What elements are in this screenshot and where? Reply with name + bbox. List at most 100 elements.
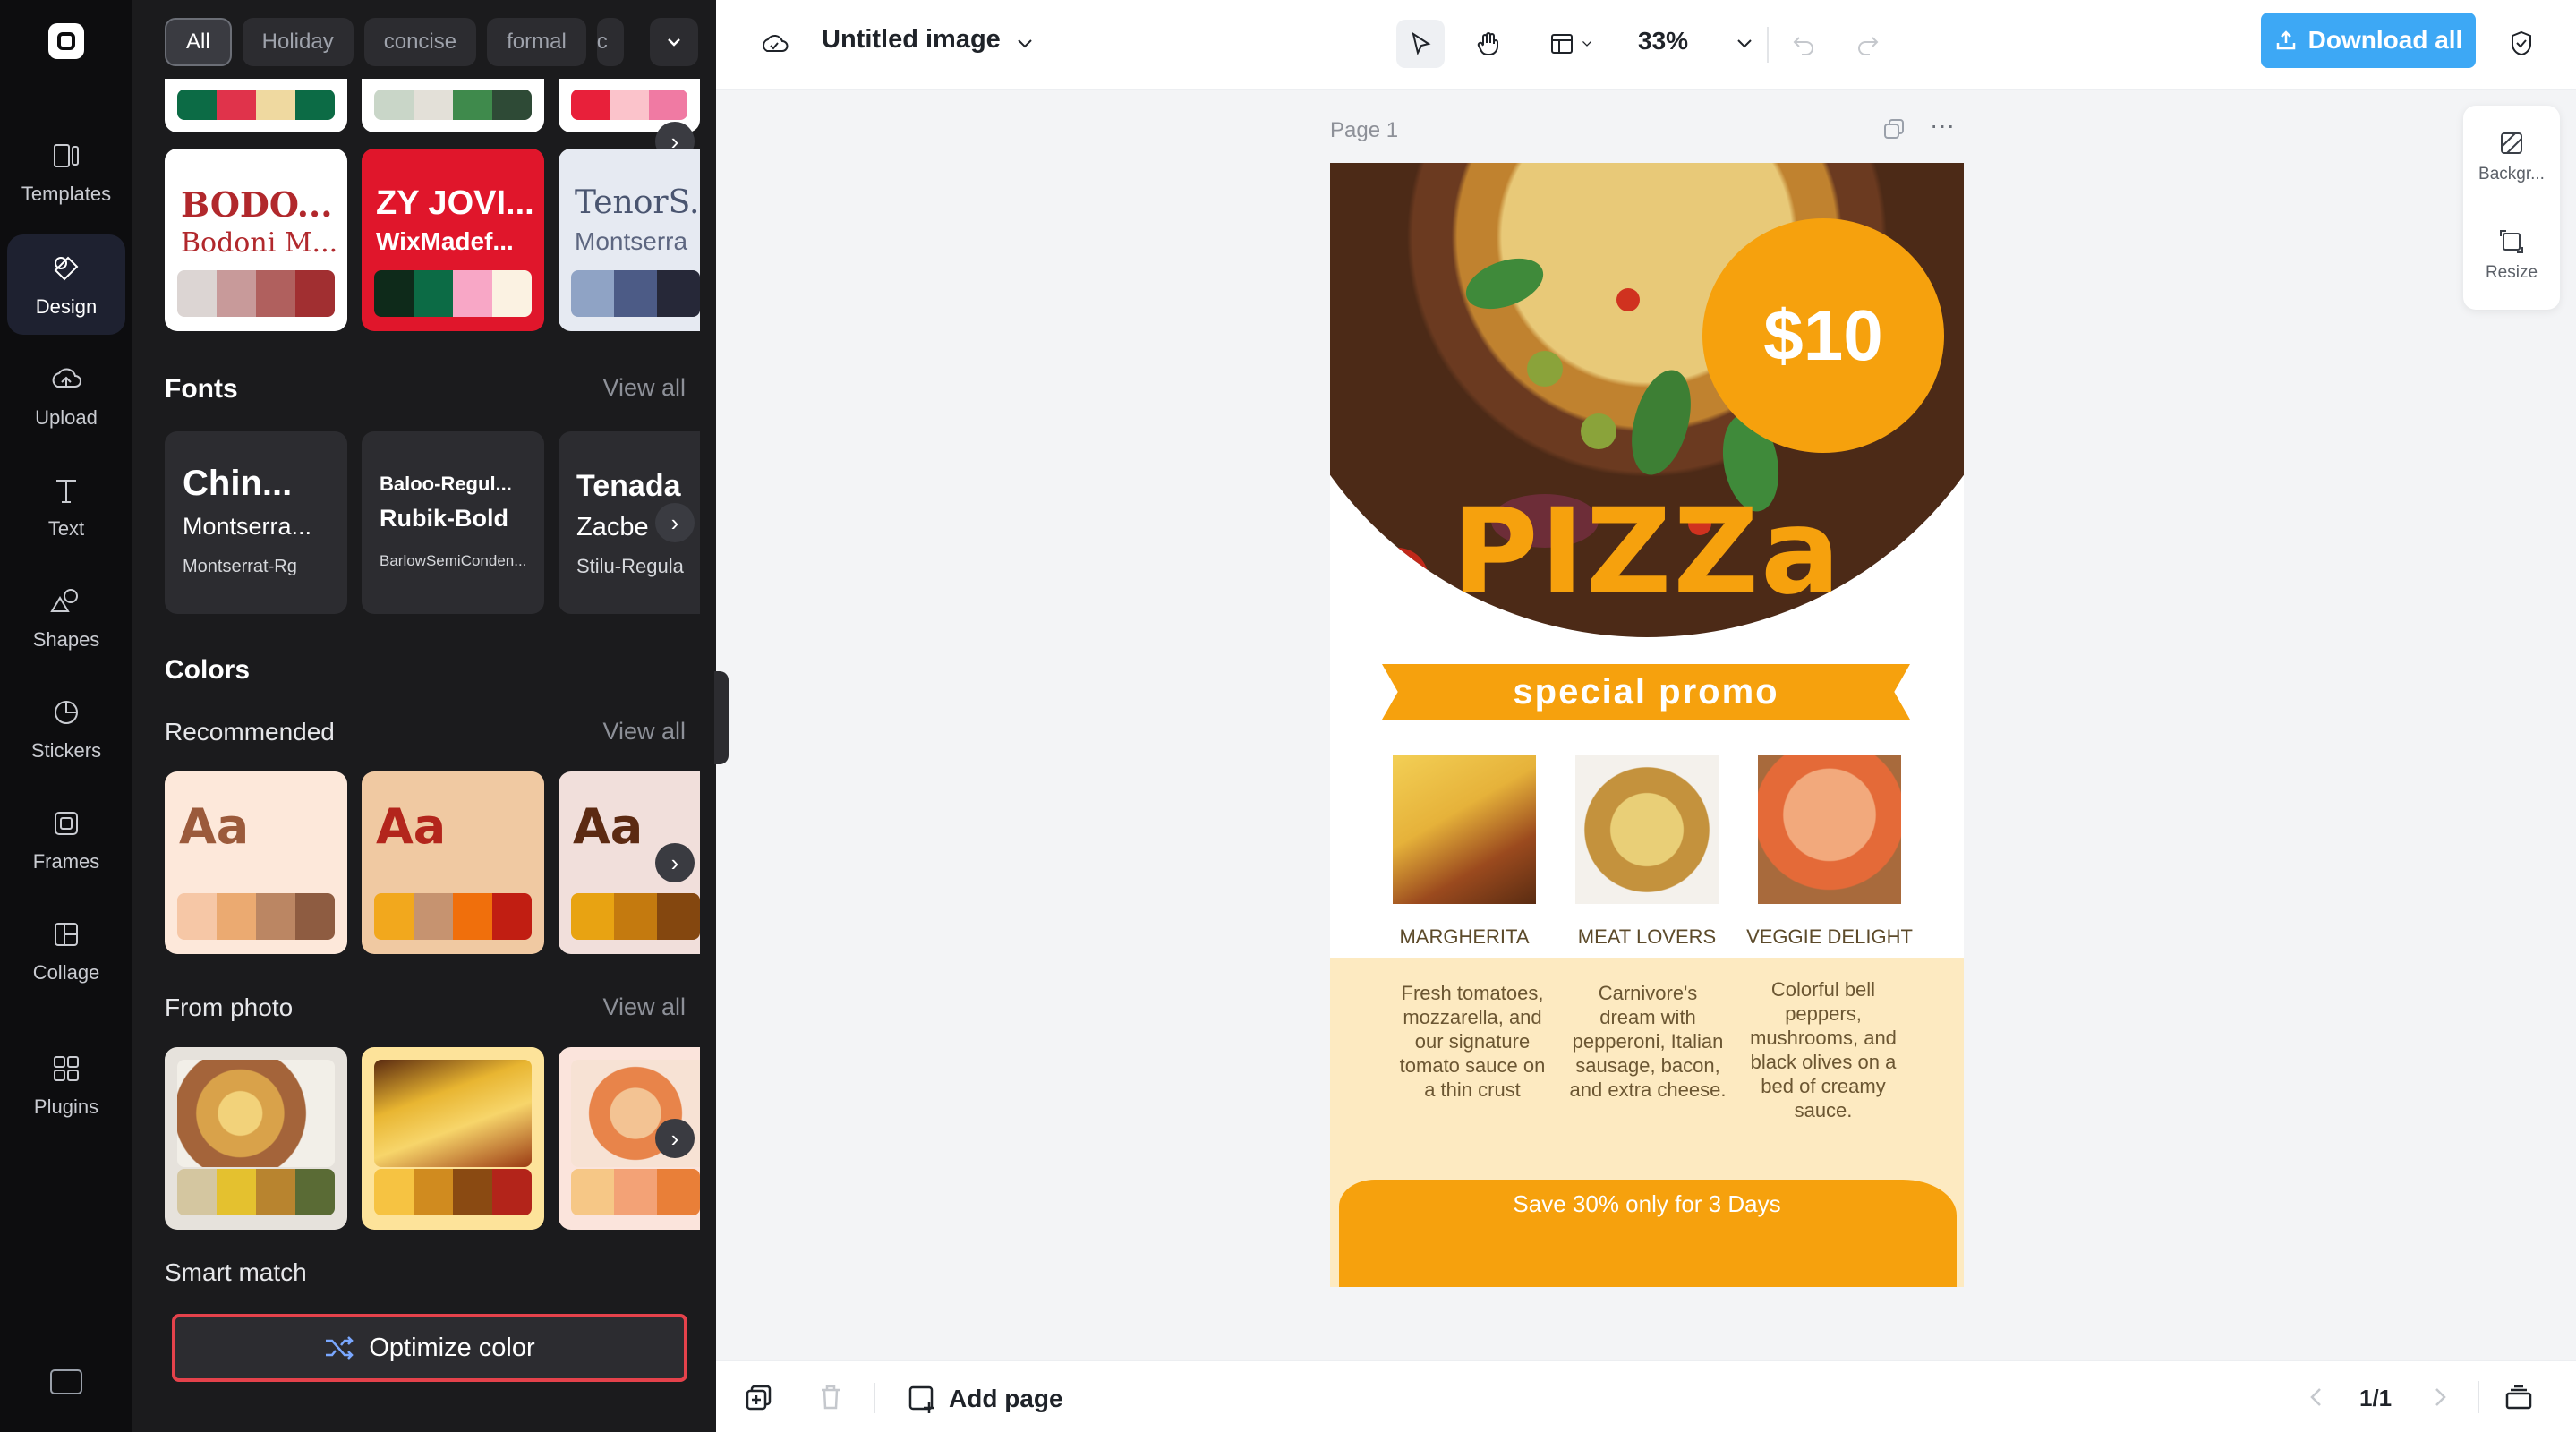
- rail-item-plugins[interactable]: Plugins: [7, 1035, 125, 1135]
- rail-item-collage[interactable]: Collage: [7, 900, 125, 1001]
- undo-icon: [1793, 37, 1813, 55]
- style-card-title: ZY JOVI...: [376, 184, 534, 222]
- photo-palette-card[interactable]: [165, 1047, 347, 1230]
- chip-concise[interactable]: concise: [363, 18, 477, 66]
- add-copy-icon: [746, 1385, 772, 1411]
- rail-label: Shapes: [32, 628, 100, 651]
- divider: [1767, 27, 1769, 63]
- download-all-button[interactable]: Download all: [2261, 13, 2476, 68]
- font-card-primary: Tenada: [576, 469, 681, 503]
- upload-icon: [52, 368, 81, 388]
- templates-icon: [54, 144, 79, 167]
- collapse-panel-handle[interactable]: [714, 671, 729, 764]
- palette-sample-text: Aa: [179, 798, 250, 855]
- rail-label: Upload: [35, 406, 98, 429]
- font-card[interactable]: Chin... Montserra... Montserrat-Rg: [165, 431, 347, 614]
- delete-page-button[interactable]: [815, 1381, 847, 1413]
- divider: [874, 1383, 875, 1413]
- select-tool-button[interactable]: [1396, 20, 1445, 68]
- shuffle-icon: [326, 1336, 354, 1360]
- chip-all[interactable]: All: [165, 18, 232, 66]
- fonts-heading: Fonts: [165, 374, 238, 404]
- chevron-left-icon: [2310, 1388, 2321, 1406]
- color-palette-card[interactable]: Aa: [362, 771, 544, 954]
- rail-label: Plugins: [33, 1095, 99, 1118]
- promo-banner: special promo: [1382, 664, 1910, 720]
- color-palette-card[interactable]: Aa: [165, 771, 347, 954]
- security-button[interactable]: [2497, 20, 2546, 68]
- plugins-icon: [54, 1056, 79, 1081]
- cloud-sync-icon[interactable]: [750, 20, 798, 68]
- chip-holiday[interactable]: Holiday: [242, 18, 354, 66]
- title-dropdown-button[interactable]: [1001, 20, 1049, 68]
- page-more-icon[interactable]: ···: [1930, 113, 1960, 141]
- style-card[interactable]: ZY JOVI... WixMadef...: [362, 149, 544, 331]
- from-photo-view-all-link[interactable]: View all: [602, 993, 686, 1021]
- menu-item-description: Fresh tomatoes, mozzarella, and our sign…: [1399, 982, 1546, 1101]
- style-card[interactable]: BODO... Bodoni M...: [165, 149, 347, 331]
- chip-formal[interactable]: formal: [487, 18, 586, 66]
- design-panel: All Holiday concise formal c › BODO... B…: [132, 0, 716, 1432]
- document-title[interactable]: Untitled image: [822, 25, 1001, 55]
- fonts-view-all-link[interactable]: View all: [602, 374, 686, 402]
- font-card-secondary: Montserra...: [183, 513, 312, 540]
- chips-expand-button[interactable]: [650, 18, 698, 66]
- zoom-dropdown-button[interactable]: [1720, 20, 1769, 68]
- scroll-right-button[interactable]: ›: [655, 843, 695, 882]
- font-card-tertiary: BarlowSemiConden...: [380, 552, 527, 569]
- stickers-icon: [55, 700, 79, 724]
- prev-page-button[interactable]: [2300, 1381, 2333, 1413]
- rail-label: Text: [47, 517, 85, 540]
- photo-palette-card[interactable]: [362, 1047, 544, 1230]
- zoom-level[interactable]: 33%: [1638, 27, 1688, 55]
- chip-clipped[interactable]: c: [596, 18, 624, 66]
- duplicate-page-icon[interactable]: [1881, 116, 1906, 141]
- rail-item-design[interactable]: Design: [7, 234, 125, 335]
- font-card-primary: Chin...: [183, 464, 293, 503]
- font-card[interactable]: Baloo-Regul... Rubik-Bold BarlowSemiCond…: [362, 431, 544, 614]
- poster-canvas[interactable]: $10 PIZZa special promo MARGHERITA MEAT …: [1330, 163, 1964, 1287]
- resize-button[interactable]: Resize: [2463, 227, 2560, 283]
- rail-item-upload[interactable]: Upload: [7, 345, 125, 446]
- hand-tool-button[interactable]: [1464, 20, 1513, 68]
- scroll-right-button[interactable]: ›: [655, 503, 695, 542]
- page-manager-button[interactable]: [2503, 1381, 2535, 1413]
- keyboard-shortcuts-icon[interactable]: [50, 1369, 82, 1394]
- recommended-view-all-link[interactable]: View all: [602, 718, 686, 746]
- rail-item-shapes[interactable]: Shapes: [7, 567, 125, 668]
- undo-button[interactable]: [1779, 20, 1828, 68]
- next-page-button[interactable]: [2424, 1381, 2456, 1413]
- palette-sample-text: Aa: [573, 798, 644, 855]
- menu-item-name: MARGHERITA: [1399, 925, 1530, 948]
- price-badge: $10: [1702, 218, 1944, 453]
- text-icon: [56, 480, 76, 503]
- recommended-heading: Recommended: [165, 718, 335, 746]
- style-card[interactable]: TenorS... Montserra: [559, 149, 700, 331]
- app-logo[interactable]: [48, 23, 84, 59]
- duplicate-page-button[interactable]: [743, 1381, 775, 1413]
- rail-item-stickers[interactable]: Stickers: [7, 678, 125, 779]
- menu-item-photo: [1758, 755, 1901, 904]
- style-card-partial[interactable]: [165, 79, 347, 132]
- rail-item-templates[interactable]: Templates: [7, 122, 125, 222]
- style-card-subtitle: Montserra: [575, 227, 688, 255]
- chevron-down-icon: [668, 38, 680, 47]
- divider: [2478, 1381, 2479, 1413]
- optimize-color-button[interactable]: Optimize color: [172, 1314, 687, 1382]
- rail-label: Design: [35, 295, 98, 318]
- rail-item-frames[interactable]: Frames: [7, 789, 125, 890]
- smart-match-heading: Smart match: [165, 1258, 307, 1286]
- layout-menu-button[interactable]: [1536, 20, 1608, 68]
- background-label: Backgr...: [2478, 165, 2545, 183]
- page-indicator: 1/1: [2359, 1385, 2393, 1411]
- font-card-tertiary: Montserrat-Rg: [183, 557, 297, 576]
- redo-button[interactable]: [1844, 20, 1892, 68]
- chevron-down-icon: [1582, 40, 1591, 47]
- style-card-partial[interactable]: [362, 79, 544, 132]
- page-stack-icon: [2505, 1385, 2532, 1410]
- pointer-icon: [1412, 31, 1431, 55]
- rail-item-text[interactable]: Text: [7, 456, 125, 557]
- background-button[interactable]: Backgr...: [2463, 129, 2560, 184]
- add-page-button[interactable]: Add page: [906, 1383, 1063, 1415]
- scroll-right-button[interactable]: ›: [655, 1119, 695, 1158]
